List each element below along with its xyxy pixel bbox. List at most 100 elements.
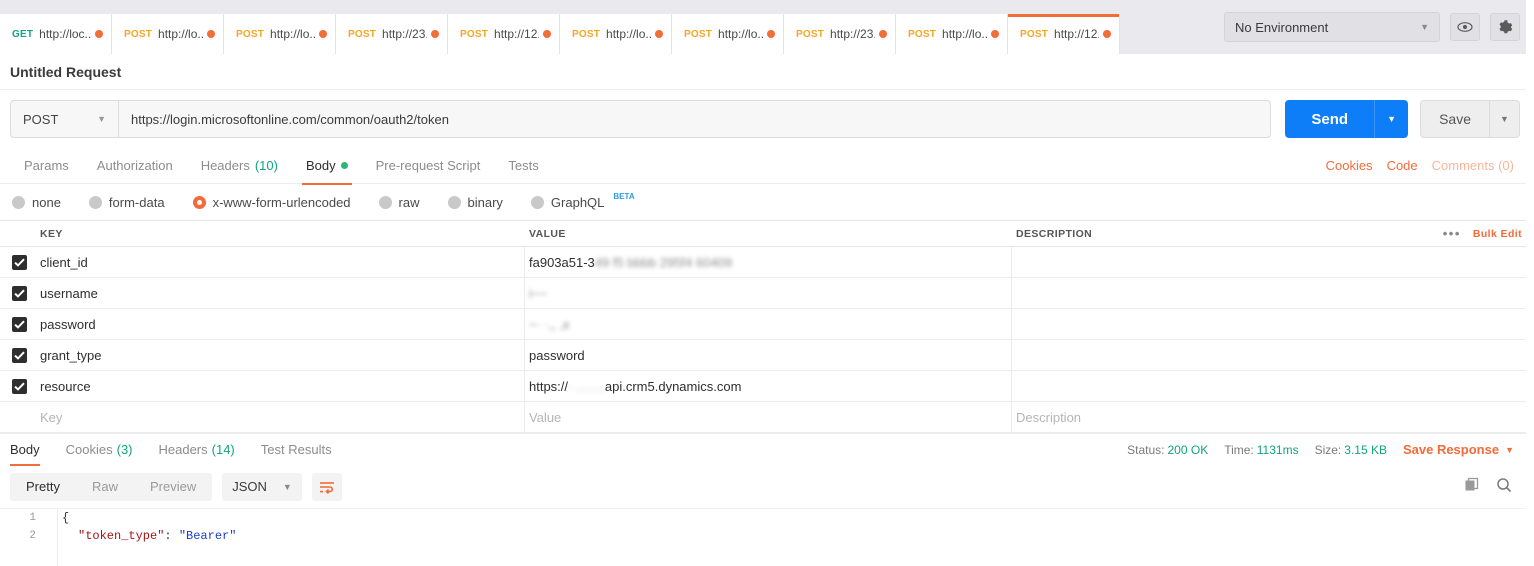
- save-options-caret[interactable]: ▼: [1490, 100, 1520, 138]
- param-enabled-checkbox[interactable]: [11, 347, 27, 363]
- save-button[interactable]: Save: [1420, 100, 1490, 138]
- copy-icon[interactable]: [1464, 477, 1480, 496]
- http-method-select[interactable]: POST ▼: [10, 100, 118, 138]
- table-row[interactable]: grant_type password: [0, 340, 1534, 371]
- request-tab-pre-request-script[interactable]: Pre-request Script: [362, 148, 495, 184]
- response-mode-preview[interactable]: Preview: [134, 473, 212, 501]
- response-tab-body[interactable]: Body: [10, 434, 52, 466]
- body-type-raw[interactable]: raw: [378, 195, 420, 210]
- body-type-x-www-form-urlencoded[interactable]: x-www-form-urlencoded: [192, 195, 351, 210]
- request-tab[interactable]: POST http://lo...: [112, 14, 224, 54]
- request-tab-tests[interactable]: Tests: [494, 148, 552, 184]
- gear-icon[interactable]: [1490, 13, 1520, 41]
- request-tab-headers[interactable]: Headers (10): [187, 148, 292, 184]
- request-tab-params[interactable]: Params: [10, 148, 83, 184]
- radio-icon[interactable]: [530, 196, 544, 209]
- response-mode-pretty[interactable]: Pretty: [10, 473, 76, 501]
- chevron-down-icon: ▼: [282, 481, 292, 492]
- request-url-input[interactable]: https://login.microsoftonline.com/common…: [118, 100, 1272, 138]
- body-type-graphql[interactable]: GraphQL BETA: [530, 192, 635, 210]
- table-row[interactable]: password ~· ·,, ,ιι: [0, 309, 1534, 340]
- save-button-group: Save ▼: [1420, 100, 1520, 138]
- param-key: grant_type: [40, 347, 102, 363]
- param-description-cell[interactable]: [1012, 340, 1534, 370]
- postman-window: GET http://loc... POST http://lo... POST http…: [0, 0, 1534, 566]
- table-row-new[interactable]: Key Value Description: [0, 402, 1534, 433]
- new-param-description-cell[interactable]: Description: [1012, 402, 1534, 432]
- send-options-caret[interactable]: ▼: [1374, 100, 1409, 138]
- environment-select[interactable]: No Environment ▼: [1224, 12, 1440, 42]
- send-button[interactable]: Send: [1285, 100, 1375, 138]
- body-type-label: none: [32, 195, 61, 210]
- save-response-button[interactable]: Save Response ▼: [1403, 442, 1514, 457]
- table-row[interactable]: resource https:// · ........ api.crm5.dyna…: [0, 371, 1534, 402]
- response-format-select[interactable]: JSON ▼: [222, 472, 302, 501]
- bulk-edit-link[interactable]: Bulk Edit: [1473, 228, 1522, 240]
- request-tab[interactable]: POST http://23...: [336, 14, 448, 54]
- environment-bar: No Environment ▼: [1210, 0, 1534, 54]
- request-tab[interactable]: POST http://lo...: [896, 14, 1008, 54]
- tab-url-label: http://23...: [382, 27, 427, 41]
- param-value-cell[interactable]: i~~: [525, 278, 1012, 308]
- new-param-value-cell[interactable]: Value: [525, 402, 1012, 432]
- param-value-cell[interactable]: ~· ·,, ,ιι: [525, 309, 1012, 339]
- radio-icon[interactable]: [88, 196, 102, 209]
- eye-icon[interactable]: [1450, 13, 1480, 41]
- request-tab[interactable]: POST http://12...: [1008, 14, 1120, 54]
- response-body-code[interactable]: 1{2 "token_type": "Bearer": [0, 509, 1534, 566]
- url-row: POST ▼ https://login.microsoftonline.com…: [0, 90, 1534, 148]
- code-link[interactable]: Code: [1387, 158, 1418, 173]
- table-row[interactable]: client_id fa903a51-3 49 f5 bbbb 295f4 6040…: [0, 247, 1534, 278]
- request-tab[interactable]: POST http://lo...: [672, 14, 784, 54]
- request-tab[interactable]: GET http://loc...: [0, 14, 112, 54]
- request-tab-body[interactable]: Body: [292, 148, 362, 185]
- tab-method-label: POST: [908, 28, 937, 40]
- response-tab-cookies[interactable]: Cookies (3): [66, 434, 145, 466]
- request-tab[interactable]: POST http://23...: [784, 14, 896, 54]
- tab-url-label: http://lo...: [718, 27, 763, 41]
- request-tab[interactable]: POST http://12...: [448, 14, 560, 54]
- table-options-icon[interactable]: •••: [1443, 226, 1461, 241]
- param-description-cell[interactable]: [1012, 309, 1534, 339]
- param-enabled-checkbox[interactable]: [11, 378, 27, 394]
- new-param-key-cell[interactable]: Key: [38, 402, 525, 432]
- request-tab[interactable]: POST http://lo...: [560, 14, 672, 54]
- request-tab[interactable]: POST http://lo...: [224, 14, 336, 54]
- body-type-radios: none form-data x-www-form-urlencoded raw bin…: [0, 184, 1534, 220]
- row-checkbox-cell: [0, 254, 38, 270]
- param-enabled-checkbox[interactable]: [11, 285, 27, 301]
- param-description-cell[interactable]: [1012, 278, 1534, 308]
- param-description-cell[interactable]: [1012, 247, 1534, 277]
- response-tab-headers[interactable]: Headers (14): [159, 434, 247, 466]
- tab-method-label: POST: [572, 28, 601, 40]
- body-type-form-data[interactable]: form-data: [88, 195, 165, 210]
- param-description-cell[interactable]: [1012, 371, 1534, 401]
- response-tab-test-results[interactable]: Test Results: [261, 434, 344, 466]
- cookies-link[interactable]: Cookies: [1326, 158, 1373, 173]
- column-header-key: KEY: [40, 227, 63, 240]
- new-param-key-placeholder: Key: [40, 409, 63, 425]
- request-tab-authorization[interactable]: Authorization: [83, 148, 187, 184]
- response-view-bar: Pretty Raw Preview JSON ▼: [0, 465, 1534, 509]
- param-key-cell[interactable]: password: [38, 309, 525, 339]
- param-key-cell[interactable]: resource: [38, 371, 525, 401]
- wrap-lines-icon[interactable]: [311, 472, 342, 501]
- radio-icon[interactable]: [192, 196, 206, 209]
- comments-link[interactable]: Comments (0): [1432, 158, 1514, 173]
- param-key-cell[interactable]: username: [38, 278, 525, 308]
- param-key-cell[interactable]: client_id: [38, 247, 525, 277]
- param-key-cell[interactable]: grant_type: [38, 340, 525, 370]
- response-mode-raw[interactable]: Raw: [76, 473, 134, 501]
- body-type-binary[interactable]: binary: [447, 195, 503, 210]
- param-value-cell[interactable]: password: [525, 340, 1012, 370]
- table-row[interactable]: username i~~: [0, 278, 1534, 309]
- param-enabled-checkbox[interactable]: [11, 316, 27, 332]
- param-enabled-checkbox[interactable]: [11, 254, 27, 270]
- param-value-cell[interactable]: https:// · ........ api.crm5.dynamics.com: [525, 371, 1012, 401]
- radio-icon[interactable]: [447, 196, 461, 209]
- radio-icon[interactable]: [378, 196, 392, 209]
- search-icon[interactable]: [1496, 477, 1512, 496]
- param-value-cell[interactable]: fa903a51-3 49 f5 bbbb 295f4 60409: [525, 247, 1012, 277]
- radio-icon[interactable]: [12, 196, 25, 209]
- body-type-none[interactable]: none: [12, 195, 61, 210]
